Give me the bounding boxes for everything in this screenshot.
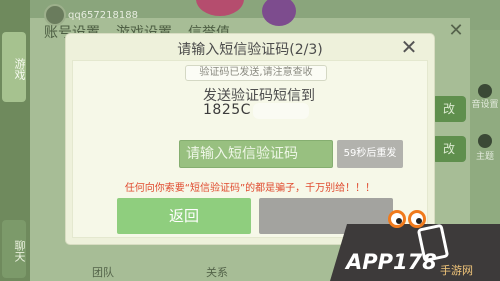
rail-tab-game[interactable]: 游戏 <box>2 32 26 102</box>
settings-close-icon[interactable]: ✕ <box>446 22 466 42</box>
bottom-label-team: 团队 <box>92 266 114 279</box>
phone-number-mask <box>253 103 309 119</box>
close-icon[interactable]: ✕ <box>400 37 418 57</box>
side-edit-button-1[interactable]: 改 <box>432 96 466 122</box>
watermark-logo: APP178 <box>346 250 437 274</box>
scam-warning: 任何向你索要“短信验证码”的都是骗子，千万别给！！！ <box>124 183 376 194</box>
resend-code-button[interactable]: 59秒后重发 <box>337 140 403 168</box>
phone-number: 1825C <box>203 102 251 118</box>
dialog-body: 验证码已发送,请注意查收 发送验证码短信到 1825C 59秒后重发 任何向你索… <box>72 60 428 238</box>
right-item-sound[interactable]: 音设置 <box>470 100 500 110</box>
rail-tab-chat[interactable]: 聊天 <box>2 220 26 278</box>
code-sent-notice: 验证码已发送,请注意查收 <box>185 65 327 81</box>
dialog-title: 请输入短信验证码(2/3) <box>177 42 323 58</box>
side-edit-button-2[interactable]: 改 <box>432 136 466 162</box>
bottom-label-relation: 关系 <box>206 266 228 279</box>
sms-code-input[interactable] <box>179 140 333 168</box>
theme-icon <box>478 134 492 148</box>
watermark-subtitle: 手游网 <box>440 264 473 277</box>
left-rail: 游戏 聊天 <box>0 0 30 281</box>
back-button[interactable]: 返回 <box>117 198 251 234</box>
sms-verify-dialog: 请输入短信验证码(2/3) ✕ 验证码已发送,请注意查收 发送验证码短信到 18… <box>66 34 434 244</box>
decor-ball <box>196 0 244 16</box>
right-item-theme[interactable]: 主题 <box>470 152 500 162</box>
sound-icon <box>478 84 492 98</box>
user-id-label: qq657218188 <box>68 10 138 21</box>
